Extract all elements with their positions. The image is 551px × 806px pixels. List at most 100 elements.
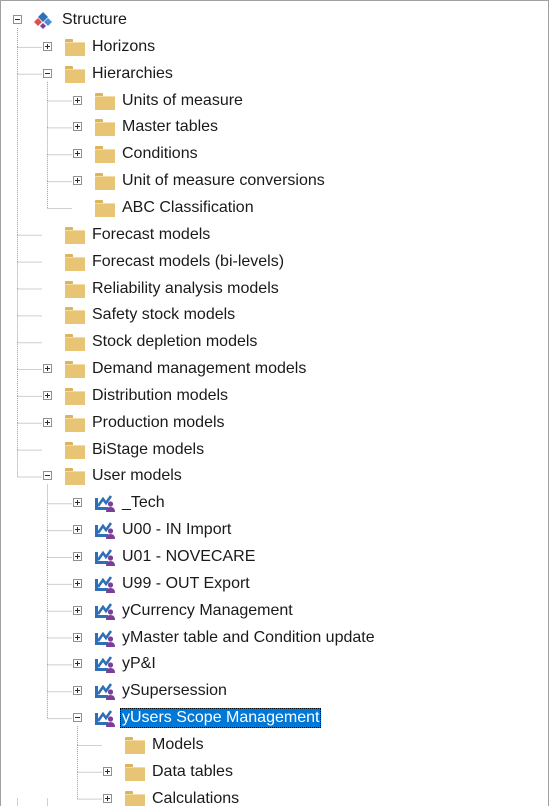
tree-node-stock-depletion-models[interactable]: Stock depletion models (1, 330, 548, 354)
tree-node-label[interactable]: Hierarchies (90, 64, 175, 84)
folder-icon (94, 145, 116, 164)
tree-node-label[interactable]: Calculations (150, 789, 241, 806)
folder-icon (64, 306, 86, 325)
collapse-icon[interactable] (13, 15, 22, 24)
expand-icon[interactable] (73, 525, 82, 535)
tree-node-label[interactable]: Unit of measure conversions (120, 171, 327, 191)
tree-node-safety-stock-models[interactable]: Safety stock models (1, 303, 548, 327)
folder-icon (64, 467, 86, 486)
tree-node-label[interactable]: yP&I (120, 654, 158, 674)
tree-node-models[interactable]: Models (1, 733, 548, 757)
expand-icon[interactable] (43, 417, 52, 427)
collapse-icon[interactable] (73, 713, 82, 723)
tree-node-label[interactable]: Forecast models (bi-levels) (90, 252, 286, 272)
user-model-icon (94, 682, 116, 701)
tree-node-label[interactable]: U00 - IN Import (120, 520, 233, 540)
tree-node-label[interactable]: U99 - OUT Export (120, 574, 252, 594)
user-model-icon (94, 548, 116, 566)
tree-node-hierarchies[interactable]: Hierarchies (1, 62, 548, 86)
tree-node-label[interactable]: Conditions (120, 144, 200, 164)
user-model-icon (94, 521, 116, 540)
tree-node-label[interactable]: User models (90, 466, 184, 486)
collapse-icon[interactable] (43, 471, 52, 481)
folder-icon (94, 172, 116, 191)
tree-node-label[interactable]: Units of measure (120, 91, 245, 111)
expand-icon[interactable] (73, 122, 82, 132)
tree-node-label[interactable]: Structure (60, 10, 129, 30)
folder-icon (64, 226, 86, 244)
tree-node-tech[interactable]: _Tech (1, 491, 548, 515)
tree-node-production-models[interactable]: Production models (1, 411, 548, 435)
folder-icon (64, 280, 86, 298)
tree-node-distribution-models[interactable]: Distribution models (1, 384, 548, 408)
tree-node-label[interactable]: Stock depletion models (90, 332, 259, 352)
tree-node-label[interactable]: Reliability analysis models (90, 279, 281, 299)
folder-icon (64, 387, 86, 405)
tree-node-label[interactable]: Master tables (120, 117, 220, 137)
tree-node-label[interactable]: Demand management models (90, 359, 308, 379)
tree-node-u01-novecare[interactable]: U01 - NOVECARE (1, 545, 548, 569)
tree-node-label[interactable]: yCurrency Management (120, 601, 295, 621)
tree-node-label[interactable]: Safety stock models (90, 305, 237, 325)
tree-node-ysupersession[interactable]: ySupersession (1, 679, 548, 703)
tree-node-calculations[interactable]: Calculations (1, 787, 548, 806)
expand-icon[interactable] (73, 149, 82, 159)
expand-icon[interactable] (73, 659, 82, 669)
expand-icon[interactable] (73, 686, 82, 696)
tree-node-user-models[interactable]: User models (1, 464, 548, 488)
tree-node-label[interactable]: Distribution models (90, 386, 230, 406)
expand-icon[interactable] (73, 176, 82, 186)
tree-node-yp-i[interactable]: yP&I (1, 652, 548, 676)
tree-node-demand-management-models[interactable]: Demand management models (1, 357, 548, 381)
tree-node-forecast-models-bi-levels[interactable]: Forecast models (bi-levels) (1, 250, 548, 274)
tree-node-label[interactable]: ySupersession (120, 681, 229, 701)
user-model-icon (94, 575, 116, 593)
tree-node-units-of-measure[interactable]: Units of measure (1, 89, 548, 113)
tree-node-label[interactable]: ABC Classification (120, 198, 256, 218)
tree-node-horizons[interactable]: Horizons (1, 35, 548, 59)
tree-node-label[interactable]: BiStage models (90, 440, 206, 460)
expand-icon[interactable] (73, 605, 82, 615)
tree-node-bistage-models[interactable]: BiStage models (1, 438, 548, 462)
tree-node-data-tables[interactable]: Data tables (1, 760, 548, 784)
folder-icon (64, 441, 86, 459)
tree-node-label[interactable]: Horizons (90, 37, 157, 57)
folder-icon (124, 736, 146, 754)
structure-tree[interactable]: Structure Horizons Hierarchies Units of mea… (1, 1, 548, 806)
tree-node-label[interactable]: yMaster table and Condition update (120, 628, 377, 648)
expand-icon[interactable] (103, 793, 112, 803)
tree-node-unit-of-measure-conversions[interactable]: Unit of measure conversions (1, 169, 548, 193)
tree-node-label[interactable]: _Tech (120, 493, 167, 513)
tree-node-yusers-scope-management[interactable]: yUsers Scope Management (1, 706, 548, 730)
user-model-icon (94, 629, 116, 647)
tree-node-label[interactable]: Production models (90, 413, 227, 433)
tree-node-ymaster-table-and-condition-update[interactable]: yMaster table and Condition update (1, 626, 548, 650)
expand-icon[interactable] (73, 632, 82, 642)
tree-node-master-tables[interactable]: Master tables (1, 115, 548, 139)
expand-icon[interactable] (73, 552, 82, 561)
expand-icon[interactable] (43, 390, 52, 400)
folder-icon (64, 414, 86, 432)
tree-node-forecast-models[interactable]: Forecast models (1, 223, 548, 247)
structure-tree-panel: Structure Horizons Hierarchies Units of mea… (0, 0, 549, 806)
tree-node-label[interactable]: U01 - NOVECARE (120, 547, 257, 567)
expand-icon[interactable] (43, 41, 52, 51)
expand-icon[interactable] (73, 95, 82, 105)
expand-icon[interactable] (43, 364, 52, 374)
tree-node-abc-classification[interactable]: ABC Classification (1, 196, 548, 220)
tree-node-structure[interactable]: Structure (1, 8, 548, 32)
tree-node-ycurrency-management[interactable]: yCurrency Management (1, 599, 548, 623)
tree-node-u99-out-export[interactable]: U99 - OUT Export (1, 572, 548, 596)
expand-icon[interactable] (73, 498, 82, 508)
expand-icon[interactable] (73, 578, 82, 588)
collapse-icon[interactable] (43, 68, 52, 78)
tree-node-conditions[interactable]: Conditions (1, 142, 548, 166)
tree-node-label[interactable]: yUsers Scope Management (120, 708, 322, 729)
expand-icon[interactable] (103, 766, 112, 776)
tree-node-label[interactable]: Data tables (150, 762, 235, 782)
tree-node-reliability-analysis-models[interactable]: Reliability analysis models (1, 277, 548, 301)
folder-icon (64, 38, 86, 56)
tree-node-label[interactable]: Forecast models (90, 225, 212, 245)
tree-node-u00-in-import[interactable]: U00 - IN Import (1, 518, 548, 542)
tree-node-label[interactable]: Models (150, 735, 206, 755)
